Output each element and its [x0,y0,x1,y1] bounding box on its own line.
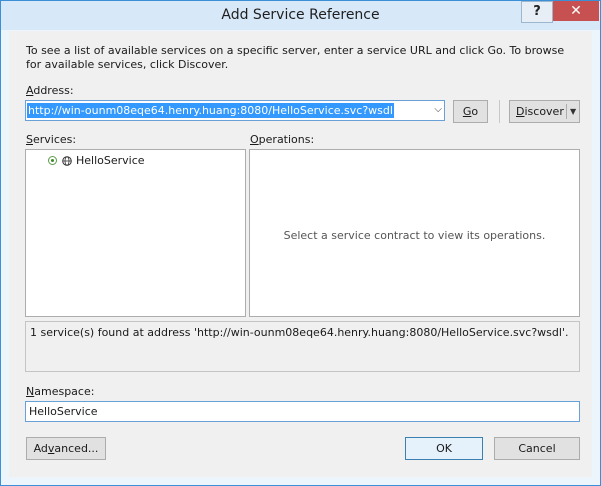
services-tree[interactable]: HelloService [25,149,246,317]
split-divider [566,104,567,119]
dialog-title: Add Service Reference [221,7,380,23]
close-button[interactable]: ✕ [553,1,599,21]
cancel-button[interactable]: Cancel [494,437,580,460]
chevron-down-icon[interactable]: ⌵ [434,104,442,115]
expand-icon[interactable] [48,156,57,165]
add-service-reference-dialog: Add Service Reference ? ✕ To see a list … [0,0,601,486]
address-label: Address: [26,84,74,97]
intro-text: To see a list of available services on a… [26,44,565,71]
operations-empty-message: Select a service contract to view its op… [283,229,546,242]
address-combobox[interactable]: http://win-ounm08eqe64.henry.huang:8080/… [25,100,445,121]
namespace-label: Namespace: [26,385,95,398]
go-button[interactable]: Go [453,100,488,123]
discover-button[interactable]: Discover ▼ [509,100,580,123]
dropdown-arrow-icon[interactable]: ▼ [570,101,576,122]
operations-label: Operations: [250,133,315,146]
tree-item-label: HelloService [76,154,145,167]
dialog-body: To see a list of available services on a… [9,31,592,477]
title-bar: Add Service Reference ? ✕ [1,1,600,30]
namespace-input[interactable]: HelloService [25,401,580,422]
operations-list[interactable]: Select a service contract to view its op… [249,149,580,317]
status-message: 1 service(s) found at address 'http://wi… [25,321,580,372]
address-input-value[interactable]: http://win-ounm08eqe64.henry.huang:8080/… [27,103,394,118]
globe-icon [62,156,72,166]
discover-button-label: Discover [516,105,564,118]
ok-button[interactable]: OK [405,437,483,460]
advanced-button[interactable]: Advanced... [26,437,106,460]
help-button[interactable]: ? [521,1,553,23]
toolbar-divider [499,100,500,123]
services-label: Services: [26,133,77,146]
